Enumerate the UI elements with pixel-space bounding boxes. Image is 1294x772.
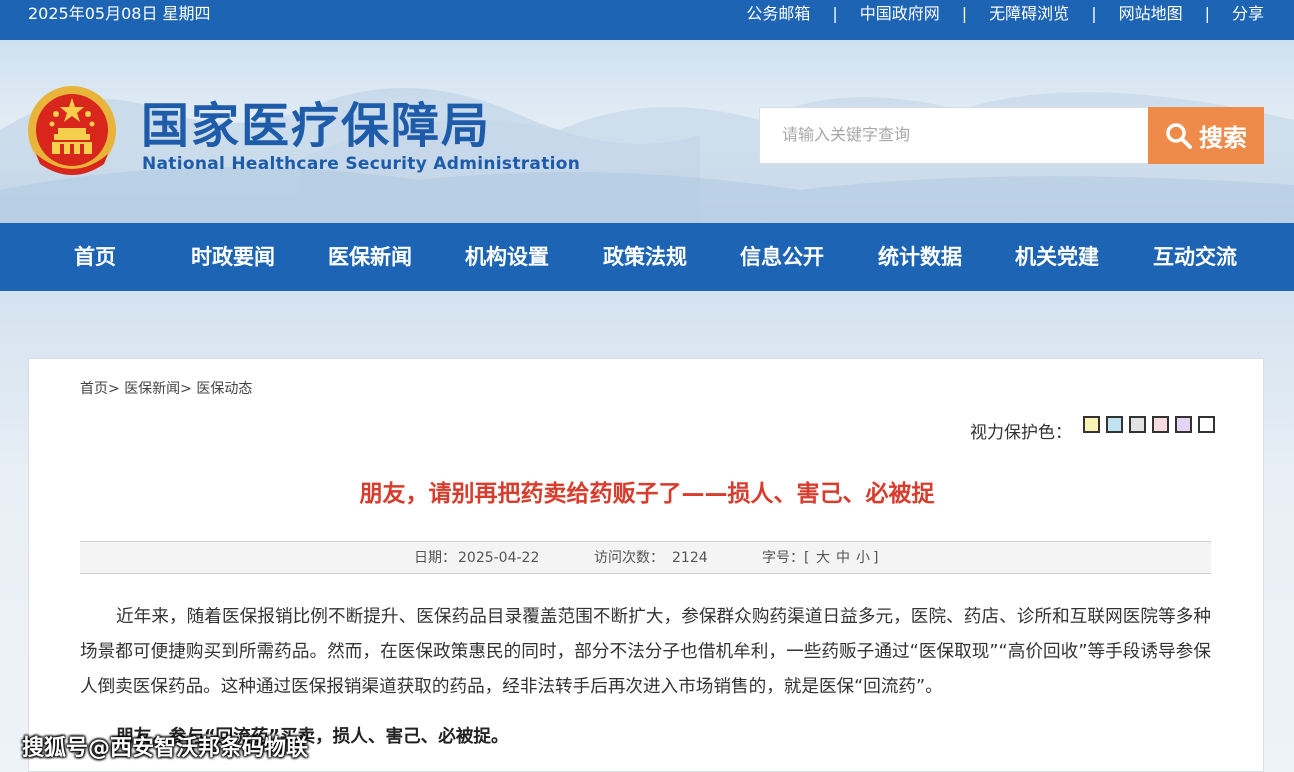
top-link-separator: | xyxy=(1204,4,1210,23)
eye-care-swatch-gray[interactable] xyxy=(1129,416,1146,433)
breadcrumb: 首页> 医保新闻> 医保动态 xyxy=(80,378,252,398)
top-link-accessibility[interactable]: 无障碍浏览 xyxy=(989,0,1069,28)
breadcrumb-home[interactable]: 首页> xyxy=(80,381,120,397)
eye-care-swatch-purple[interactable] xyxy=(1175,416,1192,433)
national-emblem-icon xyxy=(28,86,116,175)
top-link-separator: | xyxy=(832,4,838,23)
eye-care-swatches xyxy=(1083,416,1215,433)
top-bar: 2025年05月08日 星期四 公务邮箱 | 中国政府网 | 无障碍浏览 | 网… xyxy=(0,0,1294,40)
eye-care-label: 视力保护色： xyxy=(970,423,1072,443)
site-title: 国家医疗保障局 xyxy=(141,98,492,154)
top-link-separator: | xyxy=(1091,4,1097,23)
current-date: 2025年05月08日 星期四 xyxy=(28,4,211,23)
nav-item-party[interactable]: 机关党建 xyxy=(1015,223,1099,291)
eye-care-swatch-pink[interactable] xyxy=(1152,416,1169,433)
site-title-en: National Healthcare Security Administrat… xyxy=(142,154,581,174)
nav-item-organization[interactable]: 机构设置 xyxy=(465,223,549,291)
font-size-medium[interactable]: 中 xyxy=(836,542,850,575)
font-size-small[interactable]: 小 xyxy=(856,542,870,575)
search-button[interactable]: 搜索 xyxy=(1148,107,1264,164)
watermark: 搜狐号@西安智沃邦条码物联 xyxy=(22,736,309,761)
fontsize-label: 字号：[ xyxy=(762,550,810,566)
nav-item-politics[interactable]: 时政要闻 xyxy=(191,223,275,291)
top-link-mail[interactable]: 公务邮箱 xyxy=(746,0,810,28)
top-link-gov[interactable]: 中国政府网 xyxy=(860,0,940,28)
top-link-sitemap[interactable]: 网站地图 xyxy=(1119,0,1183,28)
font-size-large[interactable]: 大 xyxy=(816,542,830,575)
nav-item-news[interactable]: 医保新闻 xyxy=(328,223,412,291)
article-title: 朋友，请别再把药卖给药贩子了——损人、害己、必被捉 xyxy=(359,481,935,507)
search-input[interactable] xyxy=(759,107,1149,164)
date-label: 日期： xyxy=(414,550,456,566)
breadcrumb-news[interactable]: 医保新闻> xyxy=(124,381,192,397)
top-link-separator: | xyxy=(961,4,968,23)
view-count: 2124 xyxy=(672,550,708,566)
site-header: 国家医疗保障局 National Healthcare Security Adm… xyxy=(0,40,1294,223)
fontsize-end: ] xyxy=(873,550,879,566)
search-icon xyxy=(1166,122,1192,149)
top-link-share[interactable]: 分享 xyxy=(1232,0,1264,28)
top-links: 公务邮箱 | 中国政府网 | 无障碍浏览 | 网站地图 | 分享 xyxy=(746,0,1264,28)
eye-care-swatch-blue[interactable] xyxy=(1106,416,1123,433)
search-button-label: 搜索 xyxy=(1199,124,1247,152)
nav-item-policy[interactable]: 政策法规 xyxy=(603,223,687,291)
article-meta: 日期： 2025-04-22 访问次数： 2124 字号：[ 大 中 小 ] xyxy=(80,541,1211,574)
article-paragraph: 近年来，随着医保报销比例不断提升、医保药品目录覆盖范围不断扩大，参保群众购药渠道… xyxy=(80,607,1211,697)
views-label: 访问次数： xyxy=(594,550,664,566)
nav-item-disclosure[interactable]: 信息公开 xyxy=(740,223,824,291)
eye-care-swatch-yellow[interactable] xyxy=(1083,416,1100,433)
breadcrumb-current[interactable]: 医保动态 xyxy=(196,381,252,397)
main-nav: 首页 时政要闻 医保新闻 机构设置 政策法规 信息公开 统计数据 机关党建 互动… xyxy=(0,223,1294,291)
article-date: 2025-04-22 xyxy=(458,550,540,566)
eye-care-swatch-white[interactable] xyxy=(1198,416,1215,433)
nav-item-home[interactable]: 首页 xyxy=(74,223,116,291)
nav-item-interaction[interactable]: 互动交流 xyxy=(1153,223,1237,291)
nav-item-statistics[interactable]: 统计数据 xyxy=(878,223,962,291)
